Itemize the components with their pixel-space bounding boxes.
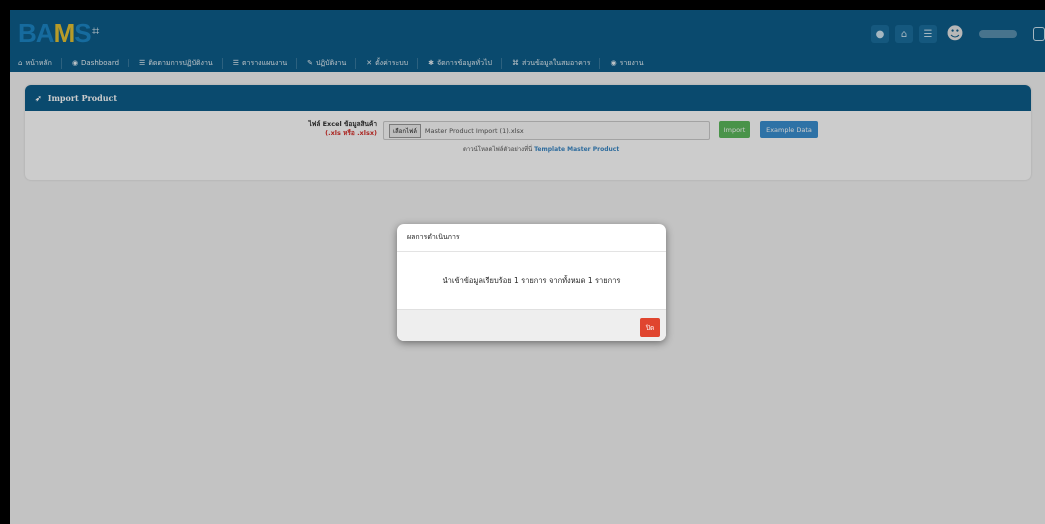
- app-window: BA M S ⌗ ● ⌂ ☰ ☻ ⌂ หน้าหลัก ◉ Dashboard …: [10, 10, 1045, 524]
- result-modal: ผลการดำเนินการ นำเข้าข้อมูลเรียบร้อย 1 ร…: [397, 224, 666, 341]
- modal-message: นำเข้าข้อมูลเรียบร้อย 1 รายการ จากทั้งหม…: [442, 275, 621, 285]
- modal-header: ผลการดำเนินการ: [397, 224, 666, 252]
- modal-title: ผลการดำเนินการ: [407, 233, 460, 241]
- modal-body: นำเข้าข้อมูลเรียบร้อย 1 รายการ จากทั้งหม…: [397, 252, 666, 309]
- modal-footer: ปิด: [397, 309, 666, 341]
- close-button[interactable]: ปิด: [640, 318, 660, 337]
